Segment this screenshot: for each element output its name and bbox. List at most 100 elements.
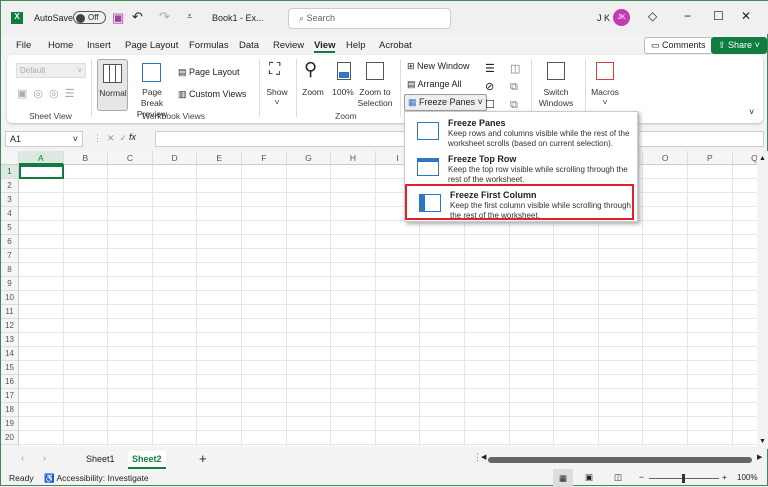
sheet-view-select[interactable]: Default ˅ — [16, 63, 86, 78]
cell[interactable] — [733, 375, 757, 389]
tab-review[interactable]: Review — [273, 40, 304, 51]
tab-file[interactable]: File — [16, 40, 31, 51]
cell[interactable] — [599, 235, 644, 249]
cell[interactable] — [287, 221, 332, 235]
column-header[interactable]: O — [643, 151, 688, 165]
cell[interactable] — [287, 347, 332, 361]
cell[interactable] — [643, 403, 688, 417]
cell[interactable] — [510, 221, 555, 235]
prev-sheet-icon[interactable]: ‹ — [21, 453, 24, 463]
cell[interactable] — [554, 263, 599, 277]
cell[interactable] — [331, 347, 376, 361]
row-header[interactable]: 3 — [1, 193, 19, 207]
cell[interactable] — [465, 347, 510, 361]
row-header[interactable]: 19 — [1, 417, 19, 431]
cell[interactable] — [599, 333, 644, 347]
cell[interactable] — [197, 375, 242, 389]
cell[interactable] — [19, 263, 64, 277]
cell[interactable] — [19, 445, 64, 446]
cell[interactable] — [108, 193, 153, 207]
row-header[interactable]: 20 — [1, 431, 19, 445]
column-header[interactable]: E — [197, 151, 242, 165]
cell[interactable] — [376, 417, 421, 431]
cell[interactable] — [287, 263, 332, 277]
column-header[interactable]: G — [287, 151, 332, 165]
cell[interactable] — [108, 403, 153, 417]
cell[interactable] — [108, 389, 153, 403]
cell[interactable] — [688, 249, 733, 263]
cell[interactable] — [153, 277, 198, 291]
cell[interactable] — [242, 319, 287, 333]
cell[interactable] — [64, 305, 109, 319]
cell[interactable] — [554, 347, 599, 361]
tab-help[interactable]: Help — [346, 40, 366, 51]
cell[interactable] — [19, 375, 64, 389]
cell[interactable] — [64, 403, 109, 417]
cell[interactable] — [733, 193, 757, 207]
cell[interactable] — [599, 403, 644, 417]
cell[interactable] — [376, 277, 421, 291]
cell[interactable] — [554, 235, 599, 249]
cell[interactable] — [599, 221, 644, 235]
cell[interactable] — [376, 305, 421, 319]
cell[interactable] — [108, 333, 153, 347]
cell[interactable] — [688, 389, 733, 403]
cell[interactable] — [643, 207, 688, 221]
cell[interactable] — [420, 375, 465, 389]
cell[interactable] — [331, 165, 376, 179]
cell[interactable] — [643, 389, 688, 403]
cell[interactable] — [465, 277, 510, 291]
cell[interactable] — [733, 277, 757, 291]
customize-qat-icon[interactable]: ⩡ — [187, 11, 192, 22]
menu-freeze-first-column[interactable]: Freeze First ColumnKeep the first column… — [405, 184, 634, 220]
cell[interactable] — [554, 361, 599, 375]
cell[interactable] — [599, 431, 644, 445]
cell[interactable] — [688, 375, 733, 389]
cell[interactable] — [242, 263, 287, 277]
cell[interactable] — [64, 445, 109, 446]
page-layout-button[interactable]: ▤ Page Layout — [178, 67, 240, 78]
cell[interactable] — [153, 263, 198, 277]
cell[interactable] — [688, 207, 733, 221]
cell[interactable] — [643, 305, 688, 319]
cell[interactable] — [287, 291, 332, 305]
tab-formulas[interactable]: Formulas — [189, 40, 229, 51]
column-header[interactable]: F — [242, 151, 287, 165]
cell[interactable] — [287, 375, 332, 389]
cell[interactable] — [19, 403, 64, 417]
cell[interactable] — [510, 375, 555, 389]
cell[interactable] — [688, 193, 733, 207]
cell[interactable] — [64, 249, 109, 263]
cell[interactable] — [242, 389, 287, 403]
cell[interactable] — [465, 431, 510, 445]
cell[interactable] — [465, 389, 510, 403]
cell[interactable] — [643, 333, 688, 347]
cell[interactable] — [599, 389, 644, 403]
scroll-left-icon[interactable]: ◀ — [481, 453, 486, 461]
undo-icon[interactable]: ↶ — [132, 9, 143, 25]
cell[interactable] — [688, 263, 733, 277]
cell[interactable] — [242, 403, 287, 417]
cell[interactable] — [688, 179, 733, 193]
cell[interactable] — [510, 333, 555, 347]
column-header[interactable]: A — [19, 151, 64, 165]
cell[interactable] — [19, 207, 64, 221]
cell[interactable] — [153, 347, 198, 361]
cell[interactable] — [688, 291, 733, 305]
cell[interactable] — [108, 179, 153, 193]
cell[interactable] — [197, 193, 242, 207]
freeze-panes-button[interactable]: ▦ Freeze Panes ˅ — [404, 94, 487, 111]
avatar[interactable]: JK — [613, 9, 630, 26]
new-window-button[interactable]: ⊞ New Window — [407, 61, 470, 72]
switch-windows-button[interactable]: Switch Windows — [534, 59, 578, 109]
cell[interactable] — [733, 305, 757, 319]
cell[interactable] — [733, 347, 757, 361]
maximize-icon[interactable]: ☐ — [713, 9, 724, 23]
cell[interactable] — [510, 263, 555, 277]
cell[interactable] — [19, 319, 64, 333]
row-header[interactable]: 16 — [1, 375, 19, 389]
cell[interactable] — [554, 403, 599, 417]
row-header[interactable]: 9 — [1, 277, 19, 291]
cell[interactable] — [108, 445, 153, 446]
cell[interactable] — [643, 179, 688, 193]
